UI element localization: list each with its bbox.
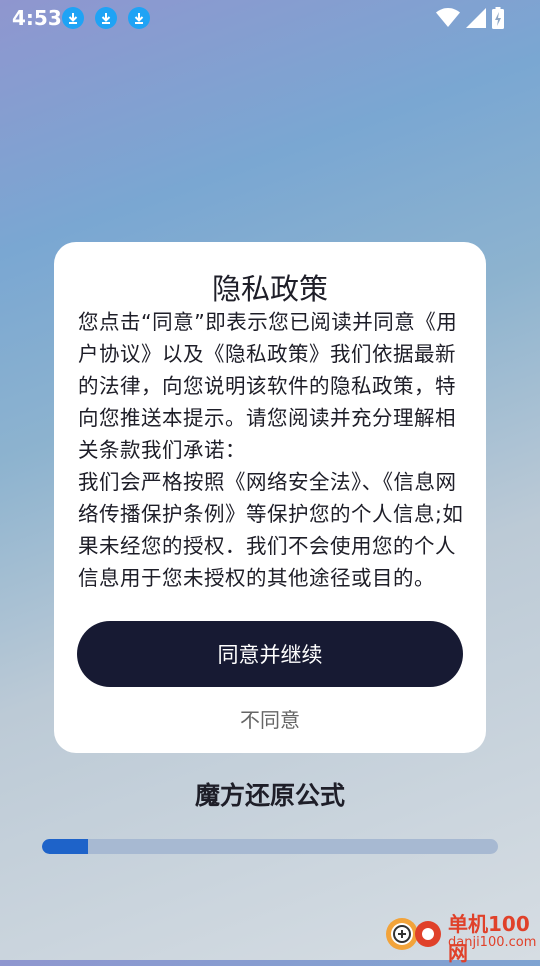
watermark-logo-icon: [386, 918, 441, 950]
download-icon: [62, 7, 84, 29]
status-bar: 4:53: [0, 0, 540, 36]
privacy-dialog: 隐私政策 您点击“同意”即表示您已阅读并同意《用户协议》以及《隐私政策》我们依据…: [54, 242, 486, 753]
progress-fill: [42, 839, 88, 854]
download-icon: [95, 7, 117, 29]
status-time: 4:53: [12, 6, 62, 30]
system-icons: [436, 7, 504, 29]
app-title: 魔方还原公式: [194, 781, 345, 810]
watermark-logo: 单机100网 danji100.com: [384, 908, 537, 965]
disagree-button[interactable]: 不同意: [54, 704, 486, 733]
dialog-title: 隐私政策: [211, 272, 328, 306]
dialog-body-text: 您点击“同意”即表示您已阅读并同意《用户协议》以及《隐私政策》我们依据最新的法律…: [78, 310, 464, 590]
battery-charging-icon: [492, 7, 504, 29]
wifi-icon: [436, 8, 460, 27]
agree-button[interactable]: 同意并继续: [77, 621, 463, 687]
watermark-url: danji100.com: [448, 935, 537, 950]
signal-icon: [466, 8, 486, 28]
loading-progress-bar: [42, 839, 498, 854]
download-icon: [128, 7, 150, 29]
